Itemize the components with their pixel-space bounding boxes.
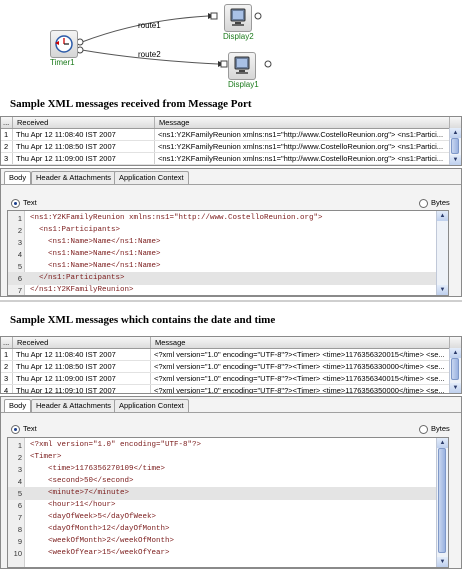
col-received[interactable]: Received (13, 337, 151, 348)
cell-num: 2 (1, 141, 13, 152)
scroll-down-button[interactable]: ▼ (437, 285, 448, 295)
scroll-up-button[interactable]: ▲ (437, 438, 448, 448)
scroll-down-button[interactable]: ▼ (450, 155, 461, 165)
route-bottom-label: route2 (138, 50, 161, 59)
scroll-up-button[interactable]: ▲ (450, 348, 461, 358)
display-node-top[interactable] (224, 4, 252, 32)
bytes-radio-label: Bytes (431, 424, 450, 433)
line-number: 7 (17, 286, 22, 295)
cell-message: <ns1:Y2KFamilyReunion xmlns:ns1="http://… (155, 141, 450, 152)
display-top-label: Display2 (223, 32, 254, 41)
cell-message: <?xml version="1.0" encoding="UTF-8"?><T… (151, 361, 450, 372)
route-top-label: route1 (138, 21, 161, 30)
scroll-up-button[interactable]: ▲ (450, 128, 461, 138)
table2-scrollbar[interactable]: ▲ ▼ (449, 348, 461, 393)
tab-header-attachments[interactable]: Header & Attachments (31, 171, 117, 184)
code-line[interactable]: 10 <weekOfYear>15</weekOfYear> (8, 547, 437, 560)
display-bottom-label: Display1 (228, 80, 259, 89)
table-row[interactable]: 3 Thu Apr 12 11:09:00 IST 2007 <?xml versi… (1, 373, 461, 385)
display-node-bottom[interactable] (228, 52, 256, 80)
editor2-scrollbar[interactable]: ▲ ▼ (436, 438, 448, 567)
cell-received: Thu Apr 12 11:08:40 IST 2007 (13, 129, 155, 140)
scroll-thumb[interactable] (438, 448, 446, 553)
cell-message: <?xml version="1.0" encoding="UTF-8"?><T… (151, 373, 450, 384)
col-received[interactable]: Received (13, 117, 155, 128)
text-radio[interactable]: Text (11, 424, 37, 434)
code-text: </ns1:Y2KFamilyReunion> (30, 286, 134, 294)
table-row[interactable]: 4 Thu Apr 12 11:09:10 IST 2007 <?xml versi… (1, 385, 461, 393)
text-radio[interactable]: Text (11, 198, 37, 208)
col-message[interactable]: Message (151, 337, 450, 348)
cell-message: <?xml version="1.0" encoding="UTF-8"?><T… (151, 385, 450, 393)
radio-selected-icon (11, 424, 20, 434)
cell-received: Thu Apr 12 11:09:10 IST 2007 (13, 385, 151, 393)
bytes-radio[interactable]: Bytes (419, 198, 450, 208)
table-row[interactable]: 1 Thu Apr 12 11:08:40 IST 2007 <ns1:Y2KFam… (1, 129, 461, 141)
message-detail-panel-2: Body Header & Attachments Application Cont… (0, 396, 462, 569)
radio-icon (419, 424, 428, 434)
table1-scrollbar[interactable]: ▲ ▼ (449, 128, 461, 165)
cell-num: 2 (1, 361, 13, 372)
cell-received: Thu Apr 12 11:09:00 IST 2007 (13, 373, 151, 384)
cell-received: Thu Apr 12 11:08:40 IST 2007 (13, 349, 151, 360)
radio-icon (419, 198, 428, 208)
monitor-icon (234, 56, 250, 74)
cell-message: <ns1:Y2KFamilyReunion xmlns:ns1="http://… (155, 153, 450, 164)
scroll-thumb[interactable] (451, 358, 459, 380)
cell-num: 3 (1, 373, 13, 384)
tab-body[interactable]: Body (4, 399, 32, 413)
section2-heading: Sample XML messages which contains the d… (10, 314, 276, 326)
cell-message: <ns1:Y2KFamilyReunion xmlns:ns1="http://… (155, 129, 450, 140)
timer-label: Timer1 (50, 58, 75, 67)
timer-node[interactable] (50, 30, 78, 58)
col-index[interactable]: ... (1, 117, 13, 128)
tab-application-context[interactable]: Application Context (114, 399, 189, 412)
cell-num: 4 (1, 385, 13, 393)
tab-header-attachments[interactable]: Header & Attachments (31, 399, 117, 412)
scroll-up-button[interactable]: ▲ (437, 211, 448, 221)
cell-received: Thu Apr 12 11:09:00 IST 2007 (13, 153, 155, 164)
scroll-down-button[interactable]: ▼ (450, 383, 461, 393)
text-radio-label: Text (23, 198, 37, 207)
xml-body-editor-2[interactable]: 1 <?xml version="1.0" encoding="UTF-8"?> 2… (7, 437, 449, 568)
text-radio-label: Text (23, 424, 37, 433)
radio-selected-icon (11, 198, 20, 208)
cell-received: Thu Apr 12 11:08:50 IST 2007 (13, 361, 151, 372)
table-row[interactable]: 3 Thu Apr 12 11:09:00 IST 2007 <ns1:Y2KFam… (1, 153, 461, 165)
message-table-2: ... Received Message 1 Thu Apr 12 11:08:4… (0, 336, 462, 394)
line-number: 10 (13, 549, 22, 558)
cell-num: 1 (1, 349, 13, 360)
cell-received: Thu Apr 12 11:08:50 IST 2007 (13, 141, 155, 152)
bytes-radio-label: Bytes (431, 198, 450, 207)
bytes-radio[interactable]: Bytes (419, 424, 450, 434)
timer-icon (55, 35, 73, 53)
message-table-1: ... Received Message 1 Thu Apr 12 11:08:4… (0, 116, 462, 166)
cell-num: 3 (1, 153, 13, 164)
table-row[interactable]: 2 Thu Apr 12 11:08:50 IST 2007 <?xml versi… (1, 361, 461, 373)
code-line[interactable]: 7 </ns1:Y2KFamilyReunion> (8, 284, 437, 295)
table-row[interactable]: 2 Thu Apr 12 11:08:50 IST 2007 <ns1:Y2KFam… (1, 141, 461, 153)
message-detail-panel-1: Body Header & Attachments Application Cont… (0, 168, 462, 297)
cell-num: 1 (1, 129, 13, 140)
code-text: <weekOfYear>15</weekOfYear> (30, 549, 170, 557)
table-row[interactable]: 1 Thu Apr 12 11:08:40 IST 2007 <?xml versi… (1, 349, 461, 361)
xml-body-editor-1[interactable]: 1 <ns1:Y2KFamilyReunion xmlns:ns1="http:/… (7, 210, 449, 296)
col-message[interactable]: Message (155, 117, 450, 128)
editor1-scrollbar[interactable]: ▲ ▼ (436, 211, 448, 295)
table-header: ... Received Message (1, 337, 461, 349)
cell-message: <?xml version="1.0" encoding="UTF-8"?><T… (151, 349, 450, 360)
tab-application-context[interactable]: Application Context (114, 171, 189, 184)
scroll-down-button[interactable]: ▼ (437, 557, 448, 567)
section1-heading: Sample XML messages received from Messag… (10, 98, 252, 110)
tab-underline (1, 184, 461, 185)
separator (0, 300, 462, 302)
scroll-thumb[interactable] (451, 138, 459, 154)
tab-underline (1, 412, 461, 413)
tab-body[interactable]: Body (4, 171, 32, 185)
col-index[interactable]: ... (1, 337, 13, 348)
table-header: ... Received Message (1, 117, 461, 129)
monitor-icon (230, 8, 246, 26)
